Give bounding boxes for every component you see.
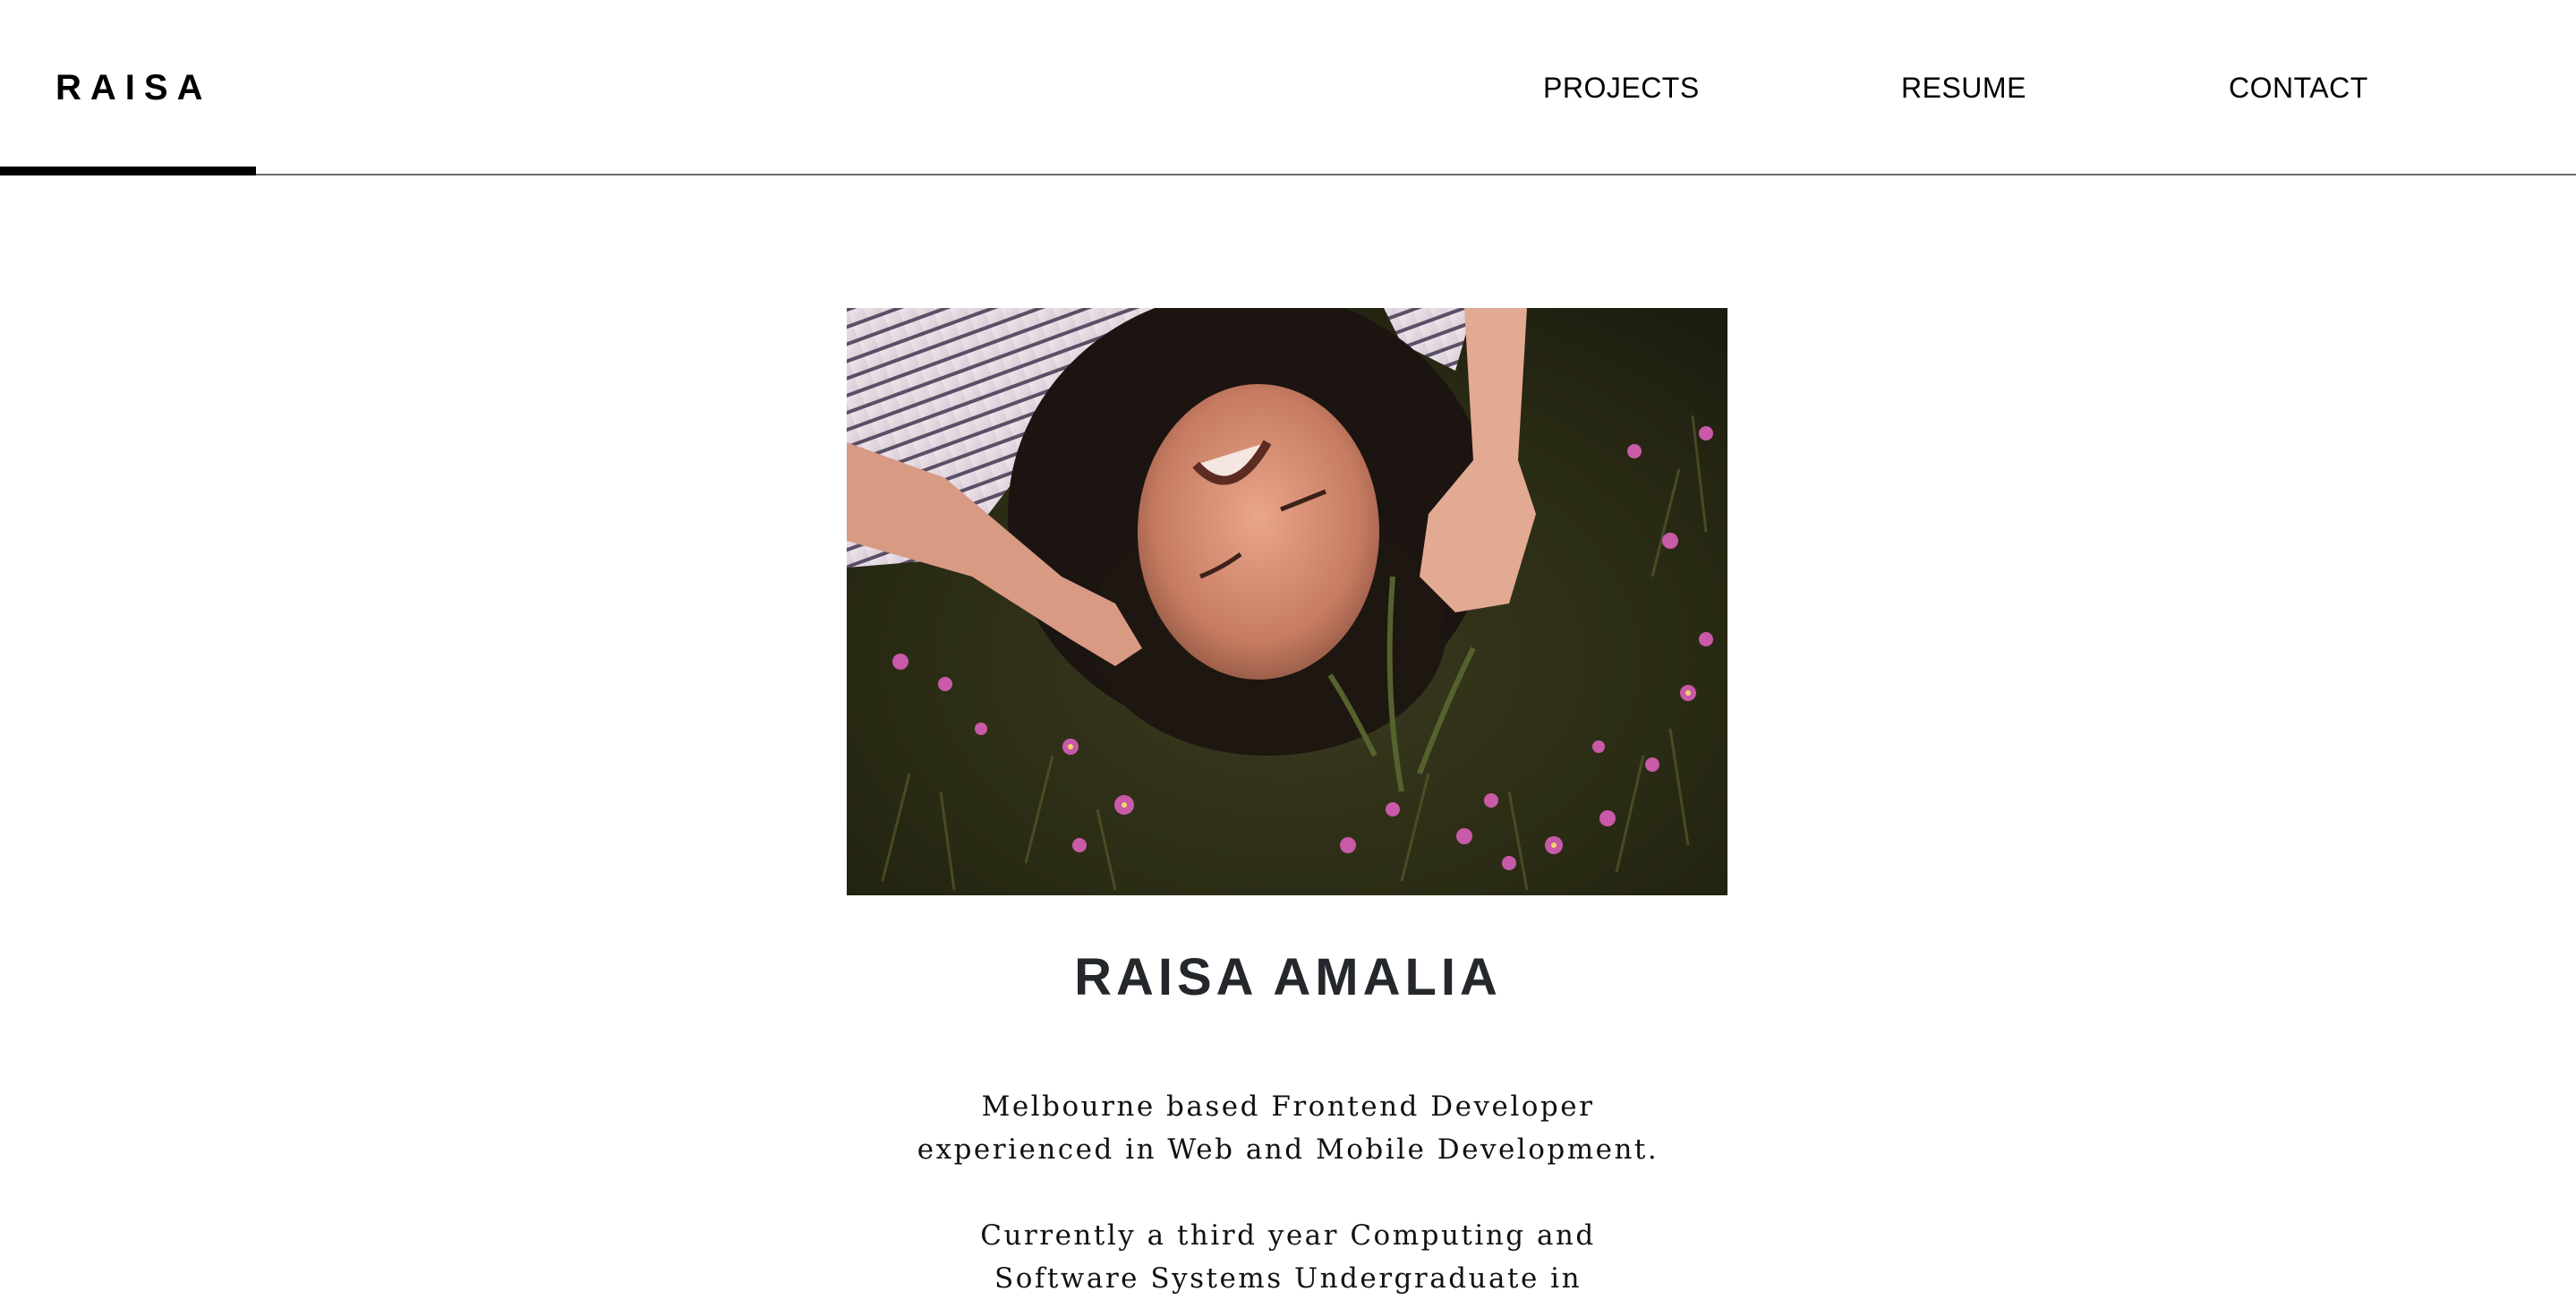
logo-link[interactable]: RAISA [55, 64, 211, 111]
bio-education-line-1: Currently a third year Computing and [980, 1219, 1596, 1252]
active-indicator [0, 167, 256, 175]
bio-intro-line-1: Melbourne based Frontend Developer [981, 1090, 1595, 1123]
nav-link-contact[interactable]: CONTACT [2229, 68, 2368, 107]
bio-education: Currently a third year Computing and Sof… [0, 1214, 2576, 1300]
person-name: RAISA AMALIA [1074, 948, 1502, 1006]
bio-intro: Melbourne based Frontend Developer exper… [0, 1085, 2576, 1171]
bio-education-line-2: Software Systems Undergraduate in [994, 1262, 1582, 1295]
bio-intro-line-2: experienced in Web and Mobile Developmen… [917, 1133, 1659, 1166]
nav-link-resume[interactable]: RESUME [1901, 68, 2026, 107]
site-header: RAISA PROJECTS RESUME CONTACT [0, 0, 2576, 175]
nav-link-projects[interactable]: PROJECTS [1543, 68, 1700, 107]
portrait-photo [847, 308, 1727, 895]
